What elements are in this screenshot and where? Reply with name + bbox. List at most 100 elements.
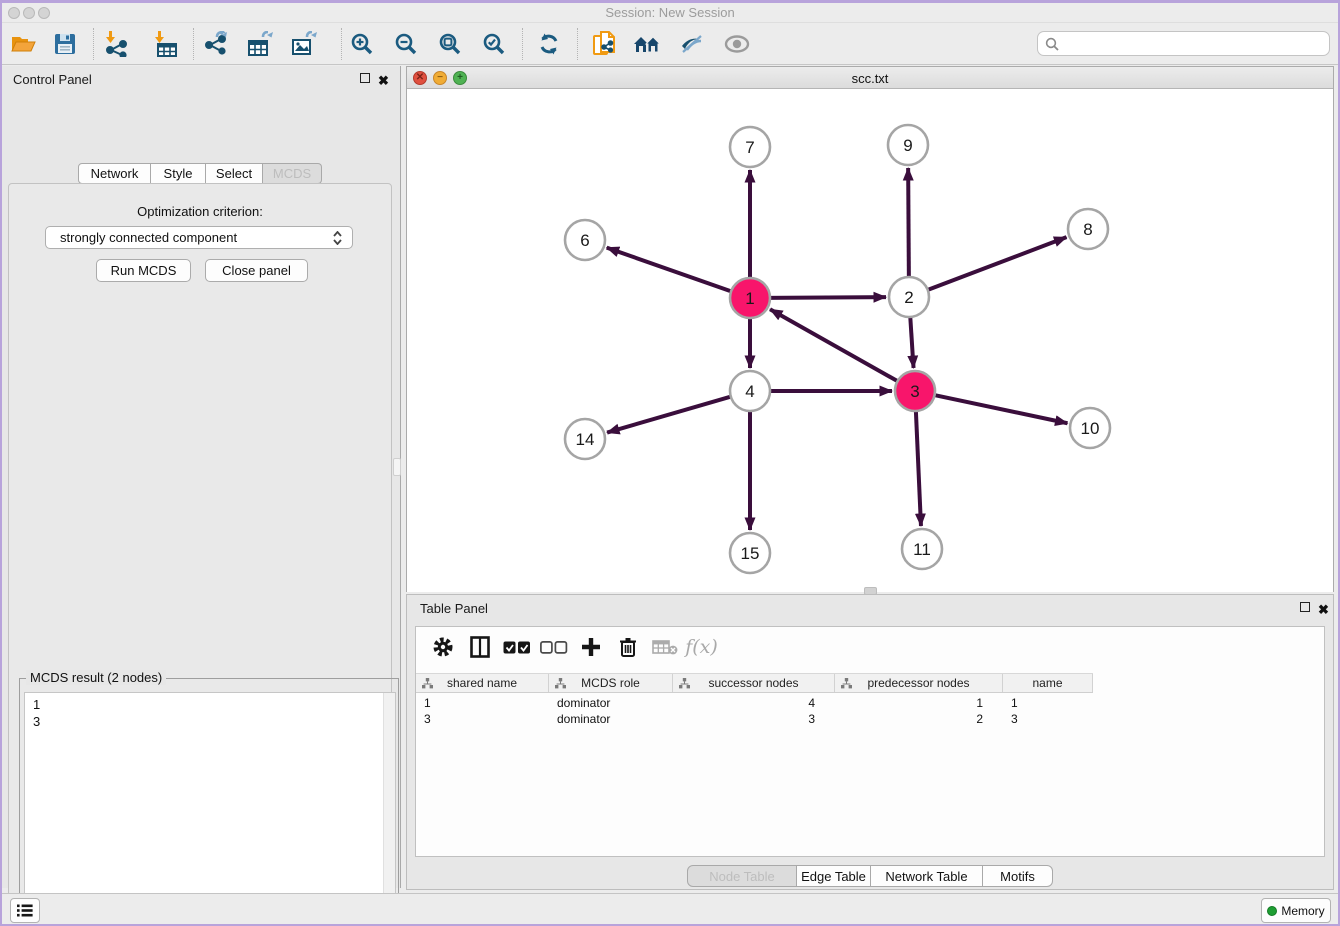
memory-status-icon xyxy=(1267,906,1277,916)
tab-edge-table[interactable]: Edge Table xyxy=(797,865,871,887)
open-session-icon[interactable] xyxy=(5,28,41,60)
cell[interactable]: 2 xyxy=(835,711,1003,727)
select-all-icon[interactable] xyxy=(498,631,535,663)
network-window-title: scc.txt xyxy=(407,71,1333,86)
edge-3-10[interactable] xyxy=(933,395,1068,424)
zoom-out-icon[interactable] xyxy=(388,28,424,60)
network-view-window: ✕ − + scc.txt 7968124314101511 xyxy=(406,66,1334,592)
export-image-icon[interactable] xyxy=(287,28,323,60)
node-label-14: 14 xyxy=(576,430,595,449)
column-header-name[interactable]: name xyxy=(1003,674,1093,692)
tab-network-table[interactable]: Network Table xyxy=(871,865,983,887)
edge-2-9[interactable] xyxy=(908,168,909,279)
result-scrollbar[interactable] xyxy=(383,693,395,926)
node-label-2: 2 xyxy=(904,288,913,307)
network-canvas[interactable]: 7968124314101511 xyxy=(407,89,1333,592)
node-label-7: 7 xyxy=(745,138,754,157)
delete-row-icon[interactable] xyxy=(609,631,646,663)
node-label-11: 11 xyxy=(913,540,931,559)
run-mcds-button[interactable]: Run MCDS xyxy=(96,259,191,282)
panel-splitter-handle[interactable] xyxy=(393,458,401,476)
table-panel-title: Table Panel xyxy=(420,601,488,616)
table-panel-header: Table Panel ✖ xyxy=(407,595,1333,621)
column-header-successor-nodes[interactable]: successor nodes xyxy=(673,674,835,692)
network-graph[interactable]: 7968124314101511 xyxy=(407,89,1333,592)
cell[interactable]: 3 xyxy=(673,711,835,727)
deselect-all-icon[interactable] xyxy=(535,631,572,663)
column-header-MCDS-role[interactable]: MCDS role xyxy=(549,674,673,692)
show-graphics-icon[interactable] xyxy=(719,28,755,60)
tab-node-table[interactable]: Node Table xyxy=(687,865,797,887)
toolbar-separator xyxy=(93,28,94,60)
save-session-icon[interactable] xyxy=(47,28,83,60)
node-label-3: 3 xyxy=(910,382,919,401)
edge-4-14[interactable] xyxy=(607,396,733,433)
node-label-8: 8 xyxy=(1083,220,1092,239)
refresh-icon[interactable] xyxy=(531,28,567,60)
task-history-button[interactable] xyxy=(10,898,40,923)
search-field[interactable] xyxy=(1037,31,1330,56)
edge-1-2[interactable] xyxy=(768,297,886,298)
dropdown-value: strongly connected component xyxy=(60,230,333,245)
table-toolbar: f(x) xyxy=(416,627,1324,667)
export-network-icon[interactable] xyxy=(200,28,236,60)
import-network-icon[interactable] xyxy=(99,28,135,60)
close-panel-icon[interactable]: ✖ xyxy=(378,72,390,84)
table-row[interactable]: 3dominator323 xyxy=(416,711,1093,727)
table-tabs: Node TableEdge TableNetwork TableMotifs xyxy=(407,865,1333,887)
tab-style[interactable]: Style xyxy=(151,163,206,184)
result-line: 3 xyxy=(33,713,40,730)
edge-1-6[interactable] xyxy=(607,248,733,292)
mcds-result-box: MCDS result (2 nodes) 13 xyxy=(19,678,399,926)
edge-3-1[interactable] xyxy=(770,309,899,382)
optimization-criterion-label: Optimization criterion: xyxy=(9,204,391,219)
toolbar-separator xyxy=(193,28,194,60)
node-table-view: f(x) shared nameMCDS rolesuccessor nodes… xyxy=(415,626,1325,857)
tab-motifs[interactable]: Motifs xyxy=(983,865,1053,887)
column-header-predecessor-nodes[interactable]: predecessor nodes xyxy=(835,674,1003,692)
edge-2-8[interactable] xyxy=(926,237,1067,290)
hide-graphics-icon[interactable] xyxy=(674,28,710,60)
export-table-icon[interactable] xyxy=(243,28,279,60)
settings-gear-icon[interactable] xyxy=(424,631,461,663)
cell[interactable]: 4 xyxy=(673,695,835,711)
cell[interactable]: 3 xyxy=(416,711,549,727)
close-panel-button[interactable]: Close panel xyxy=(205,259,308,282)
duplicate-network-icon[interactable] xyxy=(587,28,623,60)
main-toolbar xyxy=(0,23,1340,65)
float-table-panel-icon[interactable] xyxy=(1300,602,1312,614)
cell[interactable]: 1 xyxy=(835,695,1003,711)
add-row-icon[interactable] xyxy=(572,631,609,663)
table-panel: Table Panel ✖ xyxy=(406,594,1334,890)
cell[interactable]: 3 xyxy=(1003,711,1093,727)
import-table-icon[interactable] xyxy=(148,28,184,60)
close-table-panel-icon[interactable]: ✖ xyxy=(1318,601,1330,613)
table-row[interactable]: 1dominator411 xyxy=(416,695,1093,711)
dropdown-stepper-icon xyxy=(333,231,342,245)
zoom-in-icon[interactable] xyxy=(344,28,380,60)
show-column-icon[interactable] xyxy=(461,631,498,663)
toolbar-separator xyxy=(522,28,523,60)
toolbar-separator xyxy=(577,28,578,60)
search-input[interactable] xyxy=(1064,34,1329,54)
mcds-result-textarea[interactable]: 13 xyxy=(24,692,396,926)
cell[interactable]: dominator xyxy=(549,711,673,727)
network-window-titlebar[interactable]: ✕ − + scc.txt xyxy=(407,67,1333,89)
zoom-selected-icon[interactable] xyxy=(476,28,512,60)
tab-mcds[interactable]: MCDS xyxy=(263,163,322,184)
control-panel-title: Control Panel xyxy=(13,72,92,87)
tab-network[interactable]: Network xyxy=(78,163,151,184)
column-header-shared-name[interactable]: shared name xyxy=(416,674,549,692)
cell[interactable]: dominator xyxy=(549,695,673,711)
edge-2-3[interactable] xyxy=(910,315,913,368)
zoom-fit-icon[interactable] xyxy=(432,28,468,60)
cell[interactable]: 1 xyxy=(416,695,549,711)
memory-button[interactable]: Memory xyxy=(1261,898,1331,923)
edge-3-11[interactable] xyxy=(916,409,921,526)
first-neighbors-icon[interactable] xyxy=(630,28,666,60)
table-column-headers[interactable]: shared nameMCDS rolesuccessor nodesprede… xyxy=(416,673,1093,693)
float-panel-icon[interactable] xyxy=(360,73,372,85)
tab-select[interactable]: Select xyxy=(206,163,263,184)
cell[interactable]: 1 xyxy=(1003,695,1093,711)
optimization-criterion-dropdown[interactable]: strongly connected component xyxy=(45,226,353,249)
